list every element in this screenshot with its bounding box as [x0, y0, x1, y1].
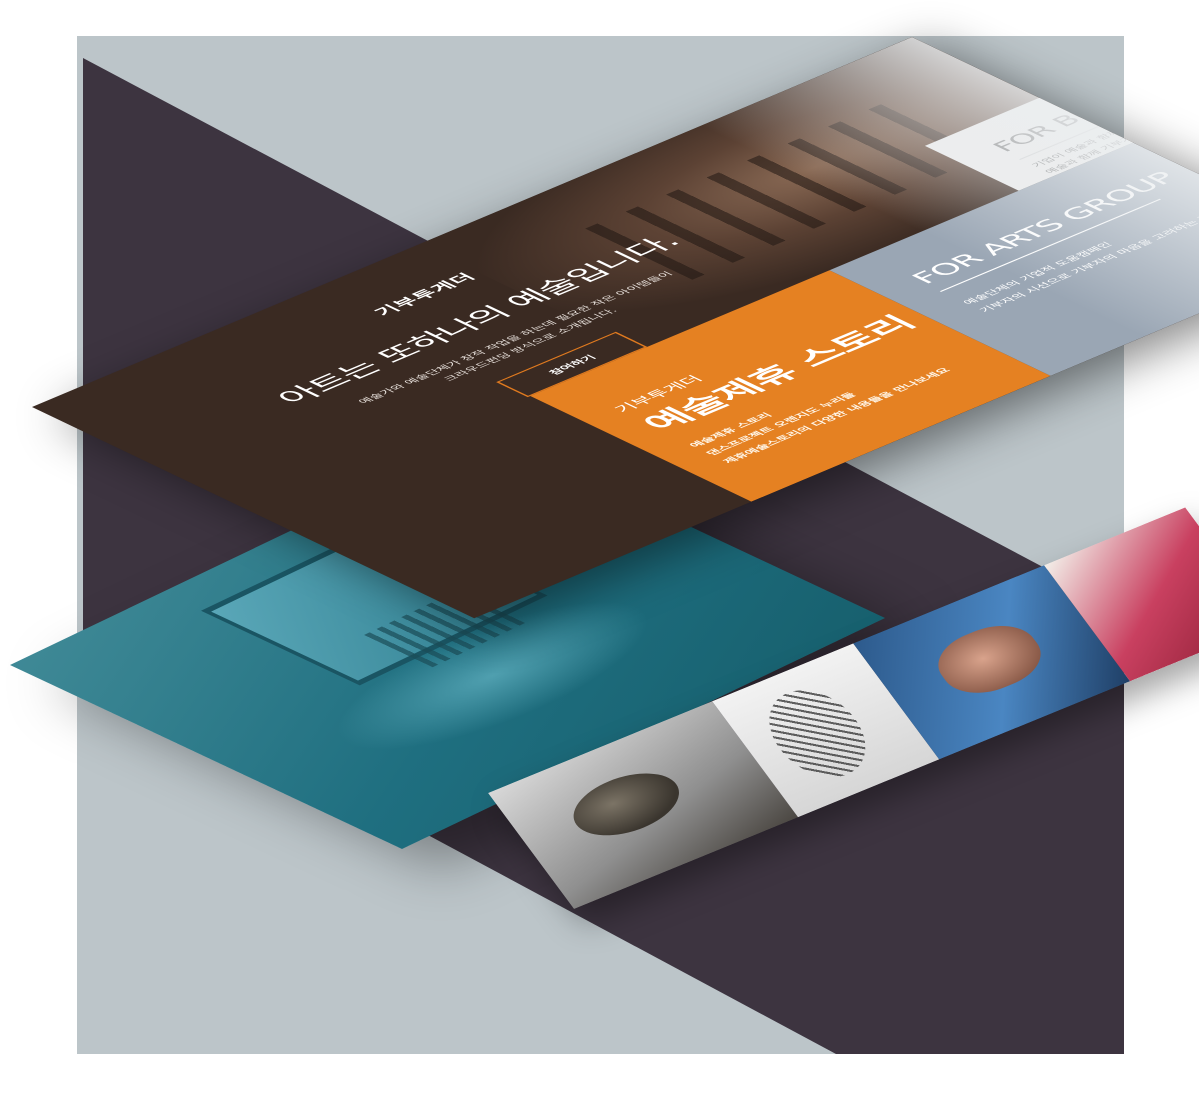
nest-sculpture-image	[559, 760, 694, 848]
portrait-face-image	[924, 614, 1055, 705]
leaf-sculpture-image	[749, 677, 885, 790]
